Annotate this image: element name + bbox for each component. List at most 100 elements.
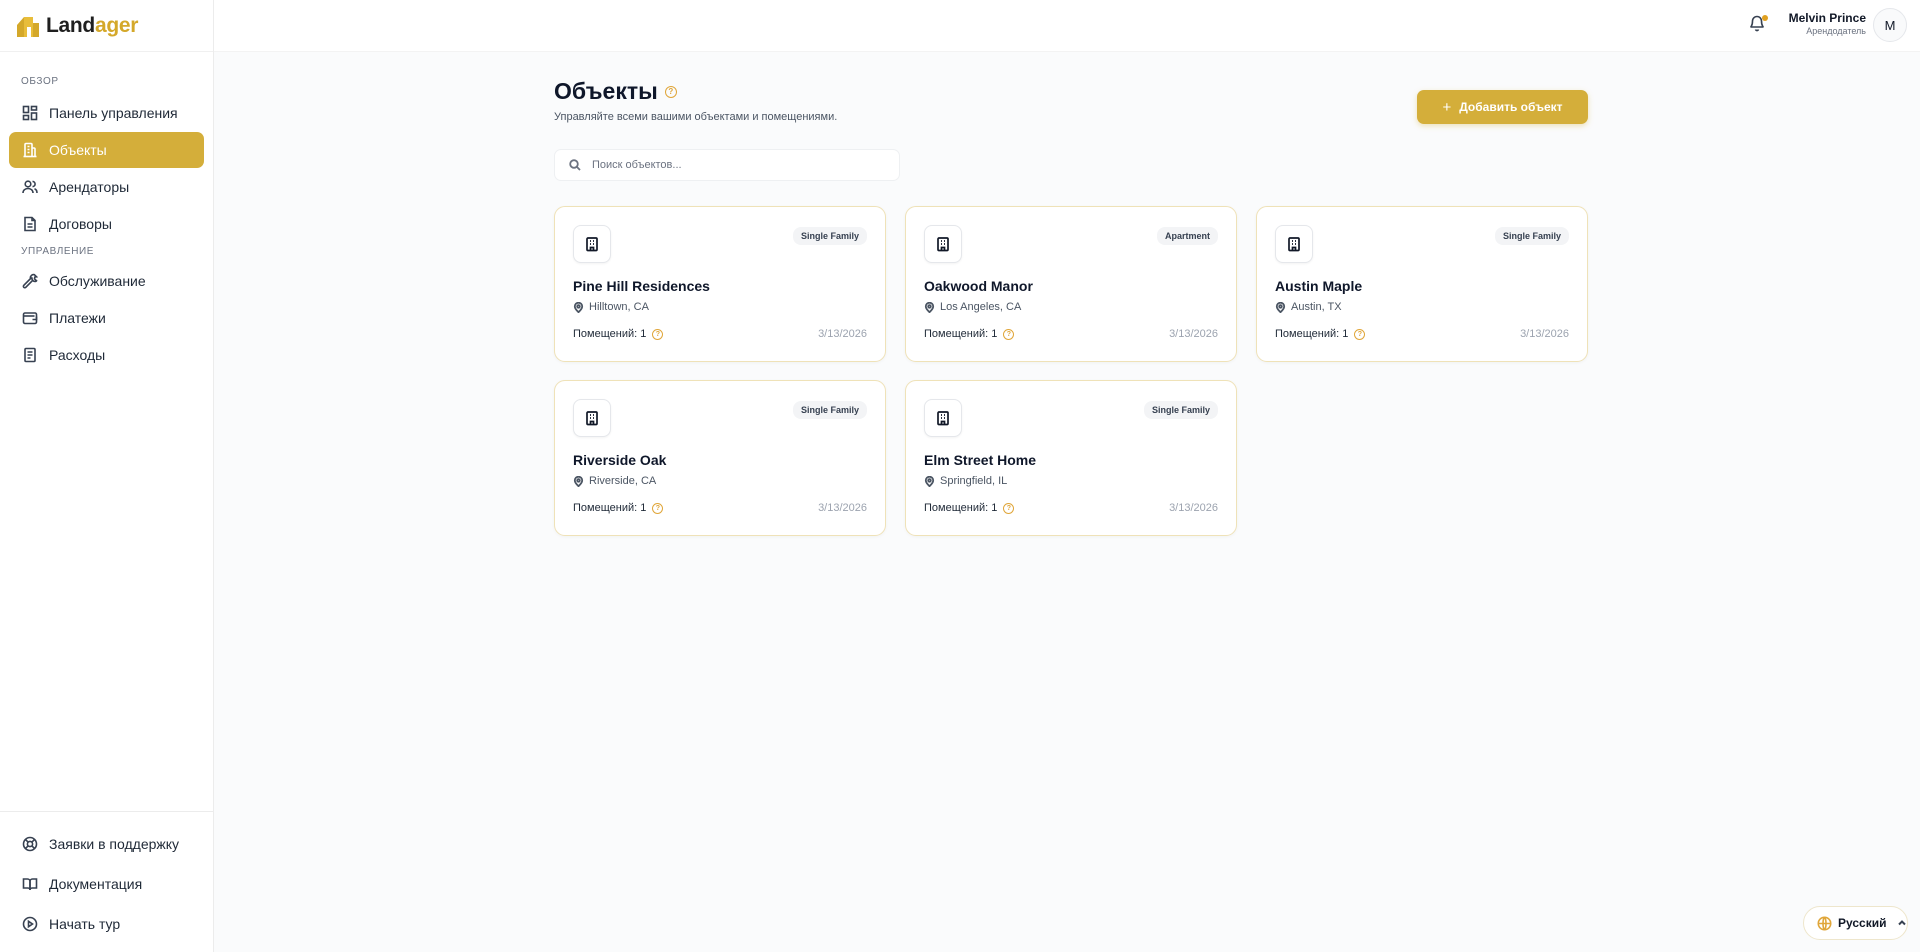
property-location-text: Hilltown, CA bbox=[589, 301, 649, 313]
help-icon[interactable]: ? bbox=[664, 85, 677, 98]
property-units: Помещений: 1? bbox=[573, 502, 664, 514]
help-icon[interactable]: ? bbox=[652, 502, 664, 514]
property-units-text: Помещений: 1 bbox=[924, 328, 998, 340]
language-label: Русский bbox=[1838, 916, 1887, 930]
search-box bbox=[554, 149, 900, 181]
map-pin-icon bbox=[1275, 301, 1286, 313]
property-location: Riverside, CA bbox=[573, 475, 656, 487]
map-pin-icon bbox=[924, 475, 935, 487]
sidebar-item-label: Панель управления bbox=[49, 105, 178, 121]
sidebar-item-label: Арендаторы bbox=[49, 179, 130, 195]
help-icon[interactable]: ? bbox=[1354, 328, 1366, 340]
chevron-up-icon bbox=[1897, 920, 1906, 926]
property-location-text: Springfield, IL bbox=[940, 475, 1008, 487]
plus-icon: + bbox=[1442, 98, 1452, 116]
sidebar-item-label: Обслуживание bbox=[49, 273, 146, 289]
wallet-icon bbox=[22, 312, 38, 325]
notifications-button[interactable] bbox=[1748, 14, 1768, 34]
map-pin-icon bbox=[573, 475, 584, 487]
sidebar-item-dashboard[interactable]: Панель управления bbox=[9, 95, 204, 131]
property-name: Oakwood Manor bbox=[924, 278, 1033, 294]
property-name: Elm Street Home bbox=[924, 452, 1037, 468]
user-name: Melvin Prince bbox=[1788, 11, 1866, 25]
top-bar bbox=[214, 0, 1920, 52]
user-role: Арендодатель bbox=[1806, 26, 1866, 36]
property-card[interactable]: Single Family Elm Street Home Springfiel… bbox=[905, 380, 1237, 536]
sidebar-item-support[interactable]: Заявки в поддержку bbox=[9, 824, 204, 864]
sidebar-item-label: Договоры bbox=[49, 216, 112, 232]
receipt-icon bbox=[24, 347, 36, 363]
building-icon bbox=[924, 225, 962, 263]
property-card[interactable]: Single Family Pine Hill Residences Hillt… bbox=[554, 206, 886, 362]
property-units: Помещений: 1? bbox=[1275, 328, 1366, 340]
section-title-management: УПРАВЛЕНИЕ bbox=[21, 246, 95, 257]
property-card[interactable]: Apartment Oakwood Manor Los Angeles, CA … bbox=[905, 206, 1237, 362]
help-icon[interactable]: ? bbox=[652, 328, 664, 340]
sidebar-item-properties[interactable]: Объекты bbox=[9, 132, 204, 168]
property-location: Los Angeles, CA bbox=[924, 301, 1021, 313]
sidebar-item-docs[interactable]: Документация bbox=[9, 864, 204, 904]
sidebar-item-label: Расходы bbox=[49, 347, 106, 363]
property-name: Riverside Oak bbox=[573, 452, 667, 468]
property-type-badge: Single Family bbox=[792, 227, 867, 245]
sidebar: Landager ОБЗОР Панель управления Объекты… bbox=[0, 0, 214, 952]
sidebar-item-payments[interactable]: Платежи bbox=[9, 300, 204, 336]
property-type-badge: Single Family bbox=[1494, 227, 1569, 245]
property-location-text: Riverside, CA bbox=[589, 475, 657, 487]
property-location: Hilltown, CA bbox=[573, 301, 649, 313]
property-card[interactable]: Single Family Riverside Oak Riverside, C… bbox=[554, 380, 886, 536]
add-property-button[interactable]: + Добавить объект bbox=[1417, 90, 1588, 124]
globe-icon bbox=[1817, 916, 1832, 930]
sidebar-item-label: Документация bbox=[49, 876, 143, 892]
property-date: 3/13/2026 bbox=[1169, 328, 1218, 340]
section-title-overview: ОБЗОР bbox=[21, 76, 59, 87]
logo[interactable]: Landager bbox=[0, 0, 213, 52]
sidebar-item-tour[interactable]: Начать тур bbox=[9, 904, 204, 944]
play-circle-icon bbox=[22, 916, 38, 932]
book-icon bbox=[22, 878, 38, 891]
property-location-text: Los Angeles, CA bbox=[940, 301, 1022, 313]
property-type-badge: Single Family bbox=[1143, 401, 1218, 419]
help-icon[interactable]: ? bbox=[1003, 502, 1015, 514]
language-switcher[interactable]: Русский bbox=[1803, 906, 1908, 940]
building-icon bbox=[573, 399, 611, 437]
sidebar-item-label: Заявки в поддержку bbox=[49, 836, 180, 852]
map-pin-icon bbox=[573, 301, 584, 313]
map-pin-icon bbox=[924, 301, 935, 313]
property-type-badge: Single Family bbox=[792, 401, 867, 419]
document-icon bbox=[24, 216, 36, 232]
property-date: 3/13/2026 bbox=[818, 502, 867, 514]
help-icon[interactable]: ? bbox=[1003, 328, 1015, 340]
page-title-row: Объекты ? bbox=[554, 78, 677, 105]
property-name: Pine Hill Residences bbox=[573, 278, 710, 294]
users-icon bbox=[22, 180, 38, 194]
property-units: Помещений: 1? bbox=[924, 502, 1015, 514]
property-date: 3/13/2026 bbox=[1520, 328, 1569, 340]
property-location: Austin, TX bbox=[1275, 301, 1342, 313]
property-date: 3/13/2026 bbox=[1169, 502, 1218, 514]
sidebar-item-label: Начать тур bbox=[49, 916, 121, 932]
sidebar-item-maintenance[interactable]: Обслуживание bbox=[9, 263, 204, 299]
building-icon bbox=[1275, 225, 1313, 263]
sidebar-item-expenses[interactable]: Расходы bbox=[9, 337, 204, 373]
page-title: Объекты bbox=[554, 78, 658, 104]
dashboard-icon bbox=[22, 105, 38, 121]
lifebuoy-icon bbox=[22, 836, 38, 852]
logo-text: Landager bbox=[46, 13, 139, 37]
property-location: Springfield, IL bbox=[924, 475, 1007, 487]
property-units-text: Помещений: 1 bbox=[924, 502, 998, 514]
sidebar-item-label: Объекты bbox=[49, 142, 107, 158]
property-units-text: Помещений: 1 bbox=[1275, 328, 1349, 340]
sidebar-item-tenants[interactable]: Арендаторы bbox=[9, 169, 204, 205]
sidebar-item-contracts[interactable]: Договоры bbox=[9, 206, 204, 242]
building-icon bbox=[573, 225, 611, 263]
property-units-text: Помещений: 1 bbox=[573, 328, 647, 340]
sidebar-footer: Заявки в поддержку Документация Начать т… bbox=[0, 811, 213, 952]
property-card[interactable]: Single Family Austin Maple Austin, TX По… bbox=[1256, 206, 1588, 362]
search-icon bbox=[569, 159, 581, 171]
wrench-icon bbox=[22, 273, 38, 289]
user-info[interactable]: Melvin Prince Арендодатель bbox=[1786, 11, 1866, 36]
property-location-text: Austin, TX bbox=[1291, 301, 1342, 313]
avatar[interactable]: M bbox=[1873, 8, 1907, 42]
search-input[interactable] bbox=[592, 159, 882, 171]
